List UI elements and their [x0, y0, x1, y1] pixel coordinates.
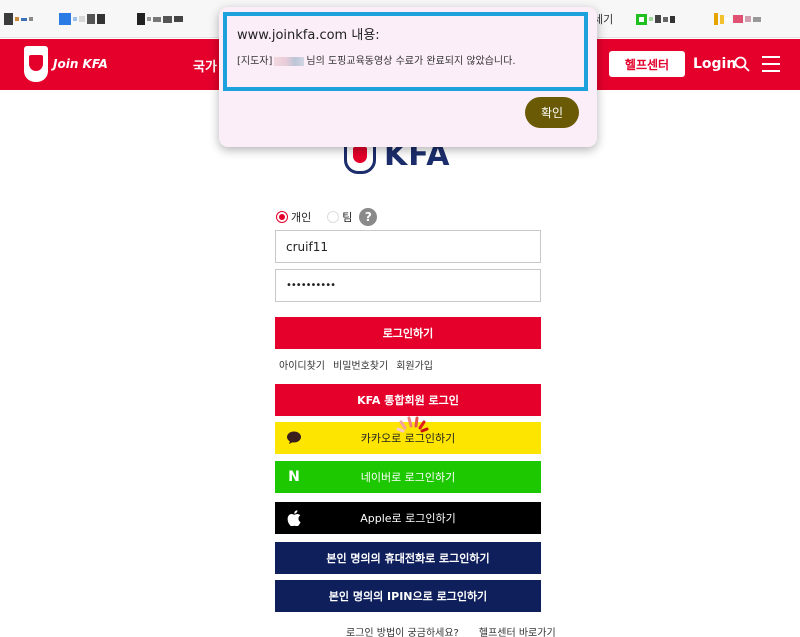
bookmark-item[interactable]	[137, 13, 183, 25]
kfa-integrated-login-button[interactable]: KFA 통합회원 로그인	[275, 384, 541, 416]
help-question-icon[interactable]: ?	[359, 208, 378, 226]
radio-individual-label[interactable]: 개인	[291, 209, 311, 225]
dialog-title: www.joinkfa.com 내용:	[237, 28, 380, 43]
ipin-login-button[interactable]: 본인 명의의 IPIN으로 로그인하기	[275, 580, 541, 612]
naver-login-button[interactable]: N 네이버로 로그인하기	[275, 461, 541, 493]
login-button[interactable]: 로그인하기	[275, 317, 541, 349]
radio-individual[interactable]	[276, 211, 288, 223]
dialog-message-prefix: [지도자]	[237, 56, 273, 67]
radio-team[interactable]	[327, 211, 340, 223]
hamburger-menu-icon[interactable]	[762, 56, 780, 72]
account-links: 아이디찾기 비밀번호찾기 회원가입	[279, 357, 433, 372]
dialog-message-suffix: 님의 도핑교육동영상 수료가 완료되지 않았습니다.	[306, 56, 516, 67]
naver-login-label: 네이버로 로그인하기	[360, 471, 456, 484]
password-input[interactable]: ••••••••••	[275, 269, 541, 302]
bookmark-item[interactable]	[636, 13, 675, 25]
bookmark-item[interactable]	[59, 13, 105, 25]
help-center-shortcut-link[interactable]: 헬프센터 바로가기	[479, 624, 556, 637]
ipin-login-label: 본인 명의의 IPIN으로 로그인하기	[328, 590, 488, 603]
user-id-input[interactable]: cruif11	[275, 230, 541, 263]
dialog-ok-button[interactable]: 확인	[525, 97, 579, 128]
kakao-login-button[interactable]: 카카오로 로그인하기	[275, 416, 541, 454]
kfa-emblem-icon[interactable]	[24, 46, 48, 82]
kakao-chat-bubble-icon	[286, 430, 302, 446]
footer-help-links: 로그인 방법이 궁금하세요? 헬프센터 바로가기	[346, 624, 556, 637]
nav-item[interactable]: 국가	[193, 56, 217, 75]
loading-spinner-icon	[396, 416, 429, 433]
naver-n-icon: N	[288, 469, 300, 485]
redacted-name	[274, 56, 305, 66]
apple-login-label: Apple로 로그인하기	[360, 512, 456, 525]
apple-login-button[interactable]: Apple로 로그인하기	[275, 502, 541, 534]
search-icon[interactable]	[734, 56, 750, 72]
radio-team-label[interactable]: 팀	[342, 209, 352, 225]
site-logo-text[interactable]: Join KFA	[53, 57, 108, 71]
phone-verification-login-label: 본인 명의의 휴대전화로 로그인하기	[326, 552, 490, 565]
kfa-integrated-login-label: KFA 통합회원 로그인	[357, 394, 459, 407]
help-center-button[interactable]: 헬프센터	[609, 51, 685, 77]
bookmark-item[interactable]	[4, 13, 33, 25]
login-help-question[interactable]: 로그인 방법이 궁금하세요?	[346, 624, 459, 637]
find-password-link[interactable]: 비밀번호찾기	[333, 357, 388, 372]
find-id-link[interactable]: 아이디찾기	[279, 357, 325, 372]
bookmark-item[interactable]	[714, 13, 761, 25]
signup-link[interactable]: 회원가입	[396, 357, 433, 372]
phone-verification-login-button[interactable]: 본인 명의의 휴대전화로 로그인하기	[275, 542, 541, 574]
member-type-selector: 개인 팀 ?	[276, 208, 378, 226]
dialog-message: [지도자] 님의 도핑교육동영상 수료가 완료되지 않았습니다.	[237, 52, 516, 67]
apple-logo-icon	[286, 510, 302, 526]
login-link[interactable]: Login	[693, 56, 736, 72]
